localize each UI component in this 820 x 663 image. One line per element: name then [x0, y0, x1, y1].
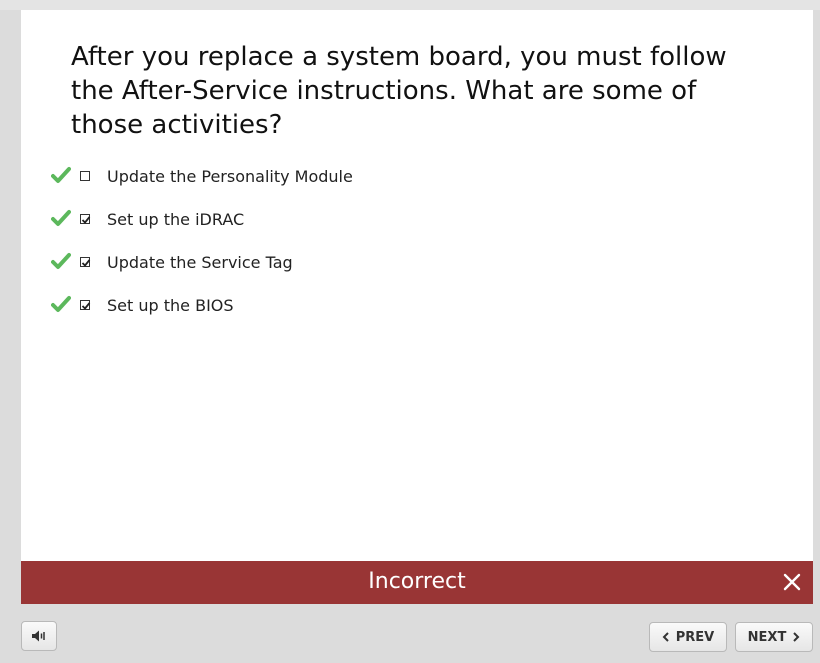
- quiz-slide: After you replace a system board, you mu…: [21, 10, 813, 561]
- check-icon: [51, 253, 71, 269]
- answer-label: Set up the iDRAC: [107, 210, 245, 229]
- top-strip: [0, 0, 820, 10]
- answer-label: Update the Personality Module: [107, 167, 353, 186]
- chevron-right-icon: [793, 632, 800, 642]
- feedback-banner: Incorrect: [21, 561, 813, 604]
- checkmark-icon: [81, 216, 91, 224]
- check-icon: [51, 210, 71, 226]
- prev-label: PREV: [675, 629, 715, 645]
- checkmark-icon: [81, 302, 91, 310]
- answer-option[interactable]: Set up the BIOS: [21, 293, 521, 323]
- check-icon: [51, 167, 71, 183]
- chevron-left-icon: [662, 632, 669, 642]
- answer-label: Set up the BIOS: [107, 296, 234, 315]
- answer-checkbox[interactable]: [80, 300, 91, 310]
- checkmark-icon: [81, 259, 91, 267]
- close-icon[interactable]: [781, 571, 803, 593]
- answer-checkbox[interactable]: [80, 214, 91, 224]
- feedback-text: Incorrect: [368, 569, 466, 594]
- answer-option[interactable]: Set up the iDRAC: [21, 207, 521, 237]
- answer-option[interactable]: Update the Service Tag: [21, 250, 521, 280]
- question-text: After you replace a system board, you mu…: [71, 42, 727, 140]
- speaker-icon: [32, 630, 45, 642]
- prev-button[interactable]: PREV: [649, 622, 727, 652]
- check-icon: [51, 296, 71, 312]
- audio-button[interactable]: [21, 621, 57, 651]
- answer-option[interactable]: Update the Personality Module: [21, 164, 521, 194]
- answer-checkbox[interactable]: [80, 171, 90, 181]
- next-label: NEXT: [747, 629, 787, 645]
- player-controls: PREV NEXT: [0, 604, 820, 663]
- answer-checkbox[interactable]: [80, 257, 91, 267]
- answer-label: Update the Service Tag: [107, 253, 293, 272]
- next-button[interactable]: NEXT: [735, 622, 813, 652]
